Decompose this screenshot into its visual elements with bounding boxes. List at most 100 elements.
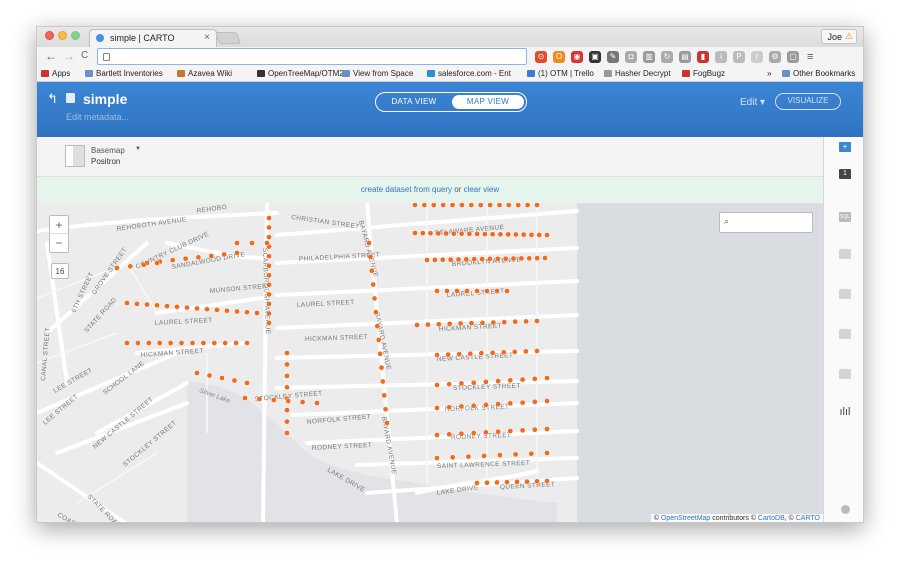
data-point[interactable] — [254, 310, 260, 316]
data-point[interactable] — [195, 254, 202, 261]
data-point[interactable] — [382, 406, 389, 413]
data-point[interactable] — [507, 428, 514, 434]
data-point[interactable] — [127, 263, 134, 270]
data-point[interactable] — [470, 379, 477, 386]
data-point[interactable] — [536, 232, 543, 238]
data-point[interactable] — [464, 288, 470, 294]
data-point[interactable] — [531, 375, 538, 382]
bookmark-item[interactable]: Apps — [41, 69, 70, 78]
data-point[interactable] — [164, 303, 170, 309]
data-point[interactable] — [495, 401, 501, 407]
profile-button[interactable]: Joe ⚠ — [821, 29, 857, 44]
basemap-thumbnail[interactable] — [65, 145, 85, 167]
data-point[interactable] — [528, 231, 535, 238]
extension-p-icon[interactable]: P — [733, 51, 745, 63]
data-point[interactable] — [456, 351, 463, 357]
map-search-input[interactable]: ⌕ — [719, 212, 813, 233]
data-point[interactable] — [234, 250, 240, 256]
data-point[interactable] — [434, 288, 440, 294]
data-point[interactable] — [450, 230, 457, 237]
data-point[interactable] — [375, 337, 382, 343]
data-point[interactable] — [531, 398, 538, 405]
data-point[interactable] — [249, 240, 255, 246]
data-point[interactable] — [440, 203, 447, 208]
data-point[interactable] — [446, 381, 453, 388]
bookmark-item[interactable]: Azavea Wiki — [177, 69, 232, 78]
data-point[interactable] — [266, 272, 272, 279]
visualize-button[interactable]: VISUALIZE — [775, 93, 841, 110]
data-point[interactable] — [266, 234, 272, 240]
data-point[interactable] — [489, 349, 496, 356]
extension-r-icon[interactable]: r — [751, 51, 763, 63]
add-layer-button[interactable]: + — [839, 142, 851, 152]
data-point[interactable] — [524, 478, 530, 485]
data-point[interactable] — [145, 340, 152, 346]
data-point[interactable] — [531, 426, 538, 433]
data-point[interactable] — [497, 452, 503, 458]
tab-close-icon[interactable]: × — [204, 32, 210, 43]
window-maximize-button[interactable] — [71, 31, 80, 40]
extension-camera-icon[interactable]: ◘ — [625, 51, 637, 63]
css-button[interactable] — [839, 329, 851, 339]
data-point[interactable] — [208, 253, 215, 259]
extension-orange-icon[interactable]: O — [553, 51, 565, 63]
data-point[interactable] — [484, 479, 490, 486]
data-point[interactable] — [174, 303, 180, 310]
data-point[interactable] — [284, 350, 290, 356]
osm-link[interactable]: OpenStreetMap — [661, 515, 710, 522]
extension-red2-icon[interactable]: ◉ — [571, 51, 583, 63]
data-point[interactable] — [524, 203, 531, 208]
data-point[interactable] — [449, 454, 456, 461]
data-point[interactable] — [505, 203, 512, 208]
data-point[interactable] — [144, 301, 150, 308]
data-point[interactable] — [483, 379, 489, 385]
data-point[interactable] — [266, 310, 272, 317]
data-point[interactable] — [455, 256, 462, 263]
data-point[interactable] — [419, 230, 426, 236]
extension-info-icon[interactable]: i — [715, 51, 727, 63]
data-point[interactable] — [430, 203, 437, 208]
data-point[interactable] — [266, 281, 272, 288]
data-point[interactable] — [463, 256, 470, 263]
data-point[interactable] — [511, 349, 518, 355]
data-point[interactable] — [514, 479, 520, 485]
data-point[interactable] — [519, 399, 526, 406]
new-tab-button[interactable] — [214, 32, 242, 44]
data-point[interactable] — [518, 255, 525, 262]
data-point[interactable] — [520, 231, 527, 238]
data-point[interactable] — [425, 321, 431, 328]
data-point[interactable] — [222, 340, 229, 346]
data-point[interactable] — [266, 253, 272, 260]
basemap-caret-icon[interactable]: ▼ — [135, 146, 141, 152]
data-point[interactable] — [154, 260, 160, 266]
clear-view-link[interactable]: clear view — [464, 185, 500, 194]
create-dataset-link[interactable]: create dataset from query — [361, 185, 452, 194]
data-point[interactable] — [534, 255, 540, 261]
data-point[interactable] — [470, 402, 477, 409]
data-point[interactable] — [505, 231, 512, 238]
data-point[interactable] — [465, 453, 472, 460]
data-point[interactable] — [446, 431, 453, 438]
data-point[interactable] — [502, 255, 509, 262]
data-point[interactable] — [494, 255, 501, 262]
bookmark-item[interactable]: (1) OTM | Trello — [527, 69, 594, 78]
data-point[interactable] — [299, 399, 306, 405]
data-point[interactable] — [377, 350, 383, 357]
data-point[interactable] — [284, 361, 290, 368]
data-point[interactable] — [483, 429, 489, 436]
data-point[interactable] — [523, 318, 529, 325]
data-point[interactable] — [458, 403, 465, 410]
data-point[interactable] — [439, 256, 446, 263]
data-point[interactable] — [189, 340, 196, 346]
window-close-button[interactable] — [45, 31, 54, 40]
data-point[interactable] — [178, 340, 185, 346]
data-point[interactable] — [544, 426, 550, 432]
data-point[interactable] — [474, 231, 480, 237]
data-point[interactable] — [519, 427, 526, 434]
extension-chart-icon[interactable]: ▥ — [643, 51, 655, 63]
data-point[interactable] — [379, 378, 386, 385]
zoom-out-button[interactable]: − — [50, 235, 68, 253]
data-point[interactable] — [134, 300, 140, 307]
data-point[interactable] — [435, 230, 442, 237]
bookmark-item[interactable]: Bartlett Inventories — [85, 69, 163, 78]
